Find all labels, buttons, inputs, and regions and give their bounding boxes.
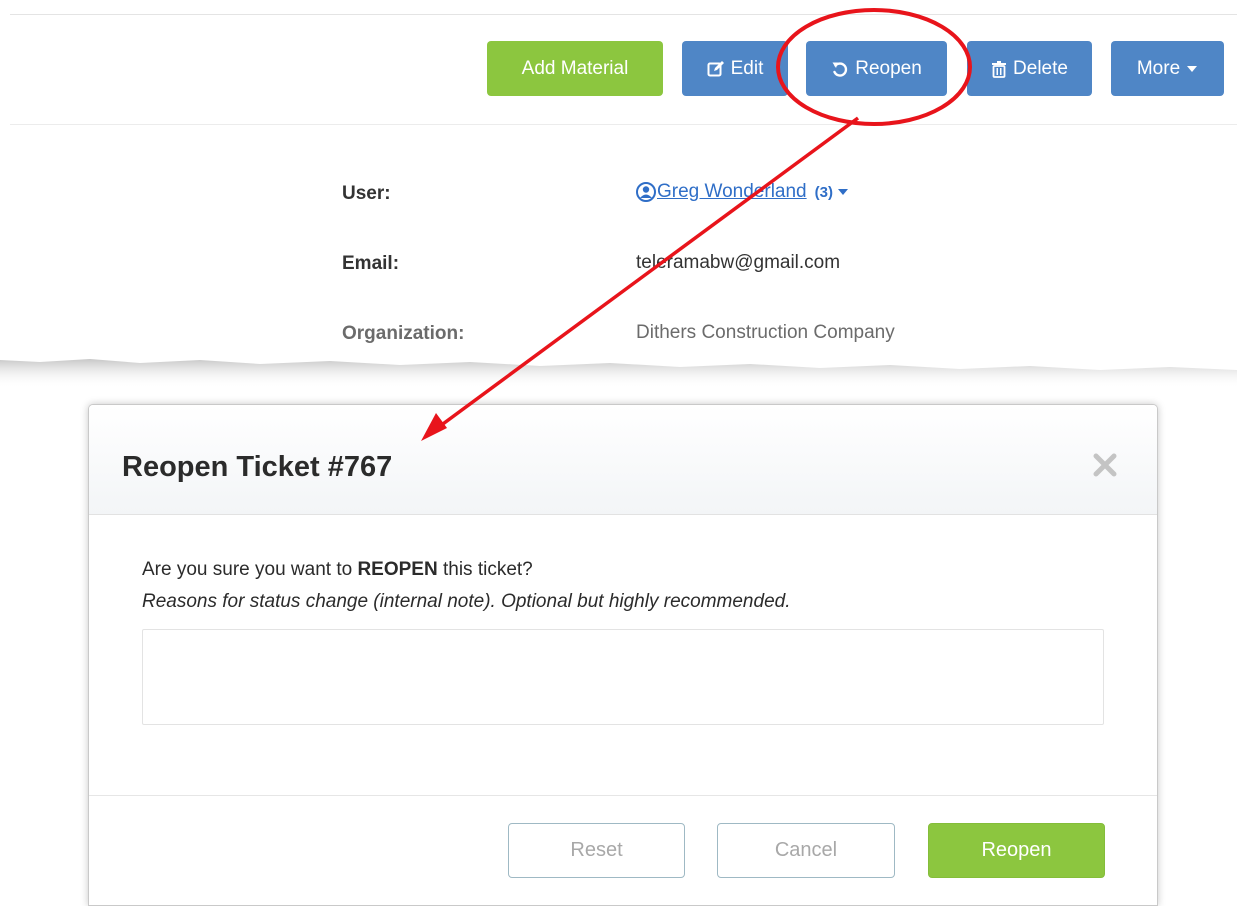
add-material-button[interactable]: Add Material <box>487 41 663 96</box>
edit-icon <box>707 60 724 76</box>
cancel-button[interactable]: Cancel <box>717 823 895 878</box>
close-icon[interactable] <box>1091 451 1119 479</box>
modal-title: Reopen Ticket #767 <box>122 451 393 483</box>
caret-down-icon[interactable] <box>837 188 849 196</box>
torn-edge <box>0 359 1237 388</box>
caret-down-icon <box>1187 65 1198 72</box>
modal-footer-divider <box>89 795 1157 796</box>
user-link[interactable]: Greg Wonderland <box>657 181 807 203</box>
add-material-label: Add Material <box>521 57 629 79</box>
more-label: More <box>1136 57 1181 79</box>
organization-label: Organization: <box>342 323 465 344</box>
modal-header: Reopen Ticket #767 <box>89 405 1157 515</box>
reopen-button[interactable]: Reopen <box>806 41 947 96</box>
trash-icon <box>992 60 1007 78</box>
email-label: Email: <box>342 253 400 274</box>
divider <box>10 14 1237 15</box>
confirm-question: Are you sure you want to REOPEN this tic… <box>142 559 533 581</box>
more-button[interactable]: More <box>1111 41 1224 96</box>
edit-button[interactable]: Edit <box>682 41 788 96</box>
email-value: teleramabw@gmail.com <box>636 252 841 273</box>
reason-hint: Reasons for status change (internal note… <box>142 591 791 612</box>
divider <box>10 124 1237 125</box>
question-prefix: Are you sure you want to <box>142 559 358 580</box>
undo-icon <box>832 61 848 77</box>
ticket-detail-panel: Add Material Edit Reopen Delete More Use… <box>0 0 1237 370</box>
question-emphasis: REOPEN <box>357 559 438 580</box>
organization-value: Dithers Construction Company <box>636 322 895 343</box>
delete-button[interactable]: Delete <box>967 41 1092 96</box>
question-suffix: this ticket? <box>437 559 533 580</box>
user-value: Greg Wonderland (3) <box>636 181 849 203</box>
user-ticket-count[interactable]: (3) <box>815 184 833 201</box>
reopen-ticket-modal: Reopen Ticket #767 Are you sure you want… <box>88 404 1158 906</box>
user-circle-icon <box>636 182 656 202</box>
reset-button[interactable]: Reset <box>508 823 685 878</box>
internal-note-textarea[interactable] <box>142 629 1104 725</box>
edit-label: Edit <box>730 57 764 79</box>
reopen-label: Reopen <box>855 57 922 79</box>
reopen-confirm-button[interactable]: Reopen <box>928 823 1105 878</box>
user-label: User: <box>342 183 391 204</box>
delete-label: Delete <box>1013 57 1068 79</box>
